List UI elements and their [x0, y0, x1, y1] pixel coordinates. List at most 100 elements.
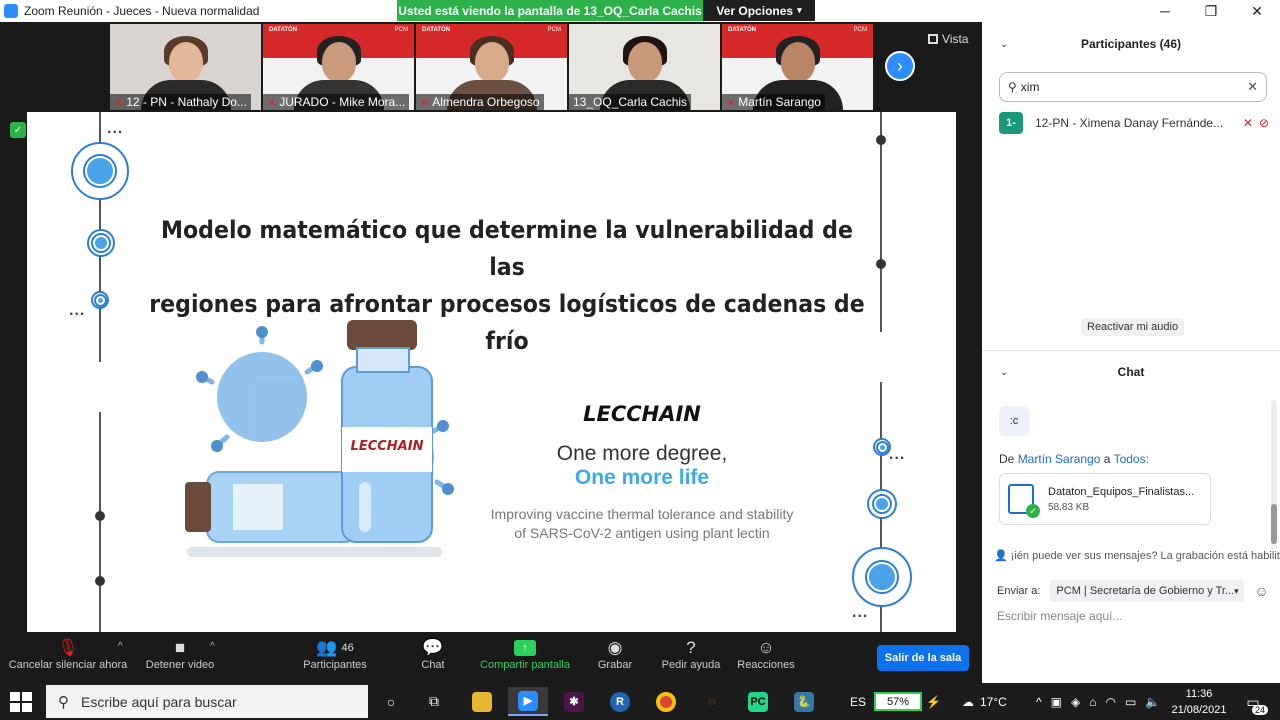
zoom-taskbar-icon[interactable]: ▶	[508, 687, 548, 716]
language-indicator[interactable]: ES	[850, 683, 866, 720]
maximize-icon[interactable]: ❐	[1188, 0, 1234, 22]
participant-row[interactable]: 1- 12-PN - Ximena Danay Fernánde... ✕ ⊘	[999, 112, 1269, 134]
pycharm-icon[interactable]: PC	[738, 687, 778, 716]
close-icon[interactable]: ✕	[1234, 0, 1280, 22]
notification-count: 24	[1251, 705, 1268, 715]
recipient-link[interactable]: Todos:	[1114, 452, 1149, 466]
tray-app-icon[interactable]: ◈	[1071, 695, 1080, 709]
emoji-icon[interactable]: ☺	[1254, 583, 1268, 599]
chat-header: ⌄ Chat	[982, 362, 1280, 382]
windows-start-icon[interactable]	[10, 692, 32, 712]
clear-search-icon[interactable]: ✕	[1247, 79, 1258, 95]
cortana-icon[interactable]: ○	[371, 687, 411, 716]
reactivate-audio-button[interactable]: Reactivar mi audio	[1081, 318, 1185, 336]
network-icon[interactable]: ⌂	[1089, 695, 1096, 709]
chevron-up-icon[interactable]: ^	[210, 641, 215, 652]
search-value: xim	[1020, 80, 1040, 94]
chrome-icon[interactable]	[646, 687, 686, 716]
minimize-icon[interactable]: ─	[1142, 0, 1188, 22]
sender-link[interactable]: Martín Sarango	[1018, 452, 1101, 466]
chat-button[interactable]: 💬 Chat	[418, 637, 448, 671]
chat-title: Chat	[1117, 365, 1145, 379]
ask-help-button[interactable]: ? Pedir ayuda	[660, 637, 722, 671]
taskbar-clock[interactable]: 11:36 21/08/2021	[1168, 686, 1230, 718]
slide-description: Improving vaccine thermal tolerance and …	[490, 506, 794, 541]
wifi-icon[interactable]: ◠	[1105, 695, 1115, 709]
microphone-muted-icon: 🎙	[57, 638, 79, 657]
cloud-icon: ☁	[962, 694, 974, 709]
view-label: Vista	[942, 32, 969, 46]
chevron-up-icon[interactable]: ^	[118, 641, 123, 652]
video-gallery-strip: ✕ 12 - PN - Nathaly Do... DATATÓN PCM ✕ JU…	[110, 24, 873, 110]
window-title: Zoom Reunión - Jueces - Nueva normalidad	[24, 4, 260, 18]
task-view-icon[interactable]: ⧉	[414, 687, 454, 716]
smiley-icon: ☺	[757, 638, 775, 657]
taskbar-search-input[interactable]: ⚲ Escribe aquí para buscar	[46, 685, 368, 718]
chat-message-input[interactable]: Escribir mensaje aquí...	[997, 609, 1267, 623]
volume-icon[interactable]: 🔈	[1145, 695, 1160, 709]
jupyter-icon[interactable]: ◌	[692, 687, 732, 716]
datathon-logo: DATATÓN	[728, 27, 756, 33]
scrollbar-thumb[interactable]	[1271, 504, 1277, 544]
chevron-down-icon[interactable]: ⌄	[1000, 367, 1008, 378]
timeline-dot	[95, 576, 105, 586]
record-icon: ◉	[607, 638, 623, 657]
video-tile[interactable]: DATATÓN PCM ✕ Almendra Orbegoso	[416, 24, 567, 110]
notifications-icon[interactable]: ▭ 24	[1242, 691, 1268, 715]
battery-indicator[interactable]: 57%	[874, 692, 922, 711]
next-page-button[interactable]: ›	[885, 51, 915, 81]
video-tile-name: ✕ 12 - PN - Nathaly Do...	[110, 94, 251, 110]
bottle-label: LECCHAIN	[350, 439, 424, 454]
datathon-logo: DATATÓN	[269, 27, 297, 33]
security-shield-icon[interactable]: ✓	[10, 122, 26, 138]
tagline-line2: One more life	[574, 466, 710, 489]
video-tile-name: ✕ Almendra Orbegoso	[416, 94, 544, 110]
r-language-icon[interactable]: R	[600, 687, 640, 716]
search-icon: ⚲	[58, 693, 69, 711]
timeline-dot	[95, 511, 105, 521]
chevron-up-icon[interactable]: ^	[1036, 695, 1042, 709]
leave-room-button[interactable]: Salir de la sala	[877, 645, 969, 671]
file-explorer-icon[interactable]	[462, 687, 502, 716]
share-screen-button[interactable]: ↑ Compartir pantalla	[476, 637, 574, 671]
tagline-line1: One more degree,	[556, 442, 728, 465]
chat-scrollbar[interactable]	[1271, 400, 1277, 550]
share-screen-icon: ↑	[514, 637, 536, 659]
participants-button[interactable]: 👥 46 Participantes	[300, 637, 370, 671]
pcm-logo: PCM	[547, 27, 561, 33]
video-tile[interactable]: DATATÓN PCM ✕ Martín Sarango	[722, 24, 873, 110]
slack-icon[interactable]: ✱	[554, 687, 594, 716]
video-tile-name: 13_OQ_Carla Cachis	[569, 94, 692, 110]
video-tile-active-speaker[interactable]: 13_OQ_Carla Cachis	[569, 24, 720, 110]
participants-icon: 👥 46	[316, 638, 354, 657]
view-button[interactable]: Vista	[928, 32, 968, 46]
chevron-down-icon: ▾	[1234, 585, 1239, 596]
timeline-ring	[87, 229, 115, 257]
stop-video-button[interactable]: ■ Detener video	[142, 637, 218, 671]
weather-widget[interactable]: ☁ 17°C	[962, 683, 1007, 720]
timeline-dot	[876, 135, 886, 145]
record-button[interactable]: ◉ Grabar	[596, 637, 634, 671]
participant-name: 12-PN - Ximena Danay Fernánde...	[1035, 116, 1224, 130]
view-options-button[interactable]: Ver Opciones ▾	[703, 0, 815, 21]
avatar: 1-	[999, 112, 1023, 134]
unmute-button[interactable]: 🎙 Cancelar silenciar ahora	[8, 637, 128, 671]
video-tile[interactable]: DATATÓN PCM ✕ JURADO - Mike Mora...	[263, 24, 414, 110]
video-tile[interactable]: ✕ 12 - PN - Nathaly Do...	[110, 24, 261, 110]
datathon-logo: DATATÓN	[422, 27, 450, 33]
send-to-label: Enviar a:	[997, 585, 1041, 597]
reactions-button[interactable]: ☺ Reacciones	[736, 637, 796, 671]
tray-app-icon[interactable]: ▣	[1051, 695, 1062, 709]
chevron-down-icon[interactable]: ⌄	[1000, 39, 1008, 50]
chat-visibility-notice[interactable]: 👤 ¡ién puede ver sus mensajes? La grabac…	[994, 549, 1280, 563]
muted-mic-icon: ✕	[726, 96, 736, 109]
chat-file-attachment[interactable]: ✓ Dataton_Equipos_Finalistas... 58.83 KB	[999, 473, 1211, 525]
participant-search-input[interactable]: ⚲ xim ✕	[999, 72, 1267, 102]
share-banner-text: Usted está viendo la pantalla de 13_OQ_C…	[397, 0, 703, 21]
recipient-select[interactable]: PCM | Secretaría de Gobierno y Tr... ▾	[1050, 580, 1245, 602]
ellipsis-decoration: ...	[852, 604, 869, 621]
python-icon[interactable]: 🐍	[784, 687, 824, 716]
chat-tray-icon[interactable]: ▭	[1125, 695, 1136, 709]
timeline-ring	[91, 291, 109, 309]
timeline-ring	[852, 547, 912, 607]
